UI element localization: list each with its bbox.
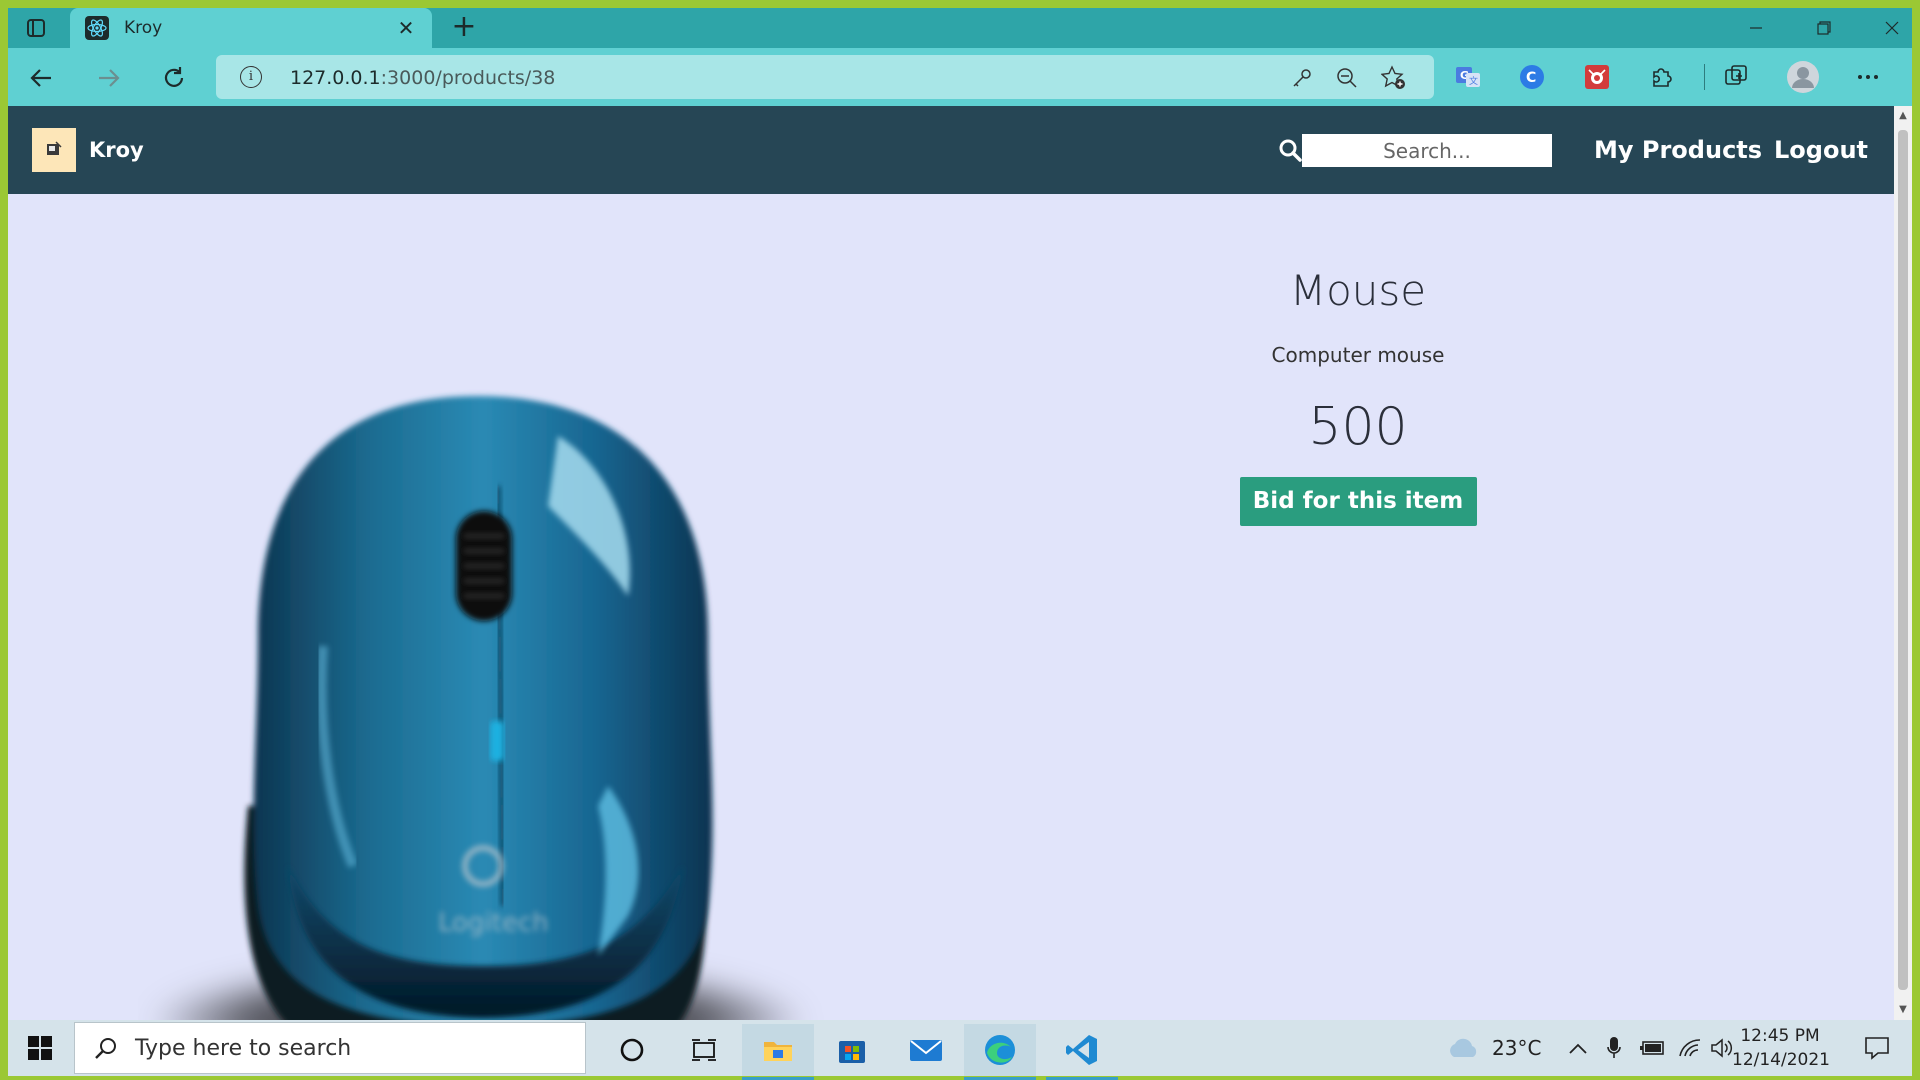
product-info: Mouse Computer mouse 500 Bid for this it… xyxy=(1108,266,1608,526)
collections-icon[interactable] xyxy=(1723,63,1751,91)
svg-text:C: C xyxy=(1526,70,1536,86)
volume-icon[interactable] xyxy=(1710,1020,1734,1076)
page-scrollbar[interactable]: ▲ ▼ xyxy=(1894,106,1912,1020)
new-tab-icon[interactable]: + xyxy=(448,12,480,44)
scrollbar-thumb[interactable] xyxy=(1898,130,1908,990)
key-icon[interactable] xyxy=(1289,65,1315,91)
weather-widget[interactable]: 23°C xyxy=(1446,1020,1541,1076)
translate-extension-icon[interactable]: G文 xyxy=(1454,63,1482,91)
edge-browser-icon[interactable] xyxy=(964,1024,1036,1080)
site-info-icon[interactable]: i xyxy=(240,66,262,88)
file-explorer-icon[interactable] xyxy=(742,1024,814,1080)
task-view-icon[interactable] xyxy=(668,1024,740,1076)
more-options-icon[interactable] xyxy=(1854,63,1882,91)
close-tab-icon[interactable]: ✕ xyxy=(394,16,418,40)
search-icon[interactable] xyxy=(1278,138,1304,164)
taskbar-search-box[interactable]: Type here to search xyxy=(74,1022,586,1074)
add-favorite-icon[interactable] xyxy=(1381,65,1407,91)
product-image-brand-text: Logitech xyxy=(438,908,549,938)
show-hidden-icons-chevron-icon[interactable] xyxy=(1568,1020,1588,1076)
tab-title: Kroy xyxy=(124,18,163,38)
clock-date: 12/14/2021 xyxy=(1732,1050,1830,1070)
bug-extension-icon[interactable] xyxy=(1583,63,1611,91)
zoom-out-icon[interactable] xyxy=(1334,65,1360,91)
taskbar-search-icon xyxy=(95,1038,116,1059)
url-text: 127.0.0.1:3000/products/38 xyxy=(290,67,556,89)
product-price: 500 xyxy=(1308,397,1408,457)
search-input[interactable] xyxy=(1302,134,1552,167)
product-image: Logitech xyxy=(138,266,898,1020)
weather-temperature: 23°C xyxy=(1492,1036,1542,1060)
microphone-icon[interactable] xyxy=(1606,1020,1622,1076)
cloud-icon xyxy=(1450,1038,1477,1057)
forward-arrow-icon[interactable] xyxy=(88,58,128,98)
taskbar-search-placeholder: Type here to search xyxy=(135,1035,352,1061)
minimize-icon[interactable] xyxy=(1722,8,1790,48)
vscode-icon[interactable] xyxy=(1046,1024,1118,1080)
cortana-icon[interactable] xyxy=(596,1024,668,1076)
product-description: Computer mouse xyxy=(1271,343,1445,367)
browser-tab[interactable]: Kroy ✕ xyxy=(70,8,432,48)
product-title: Mouse xyxy=(1289,266,1427,315)
extensions-puzzle-icon[interactable] xyxy=(1648,63,1676,91)
bid-button[interactable]: Bid for this item xyxy=(1239,477,1477,526)
toolbar-divider xyxy=(1704,64,1705,90)
nav-link-logout[interactable]: Logout xyxy=(1774,136,1868,164)
wifi-icon[interactable] xyxy=(1678,1020,1702,1076)
page-viewport: Kroy My Products Logout xyxy=(8,106,1894,1020)
browser-toolbar: i 127.0.0.1:3000/products/38 G文 C xyxy=(8,48,1912,106)
browser-tab-strip: Kroy ✕ + xyxy=(8,8,1912,48)
tab-actions-icon[interactable] xyxy=(20,14,52,42)
restore-icon[interactable] xyxy=(1790,8,1858,48)
windows-start-icon[interactable] xyxy=(8,1020,72,1076)
microsoft-store-icon[interactable] xyxy=(816,1024,888,1076)
windows-taskbar: Type here to search 23°C 12:45 PM 12/14/… xyxy=(8,1020,1912,1080)
battery-icon[interactable] xyxy=(1640,1020,1666,1076)
brand-logo xyxy=(32,128,76,172)
nav-link-my-products[interactable]: My Products xyxy=(1594,136,1762,164)
c-extension-icon[interactable]: C xyxy=(1518,63,1546,91)
reload-icon[interactable] xyxy=(154,58,194,98)
scroll-up-arrow-icon[interactable]: ▲ xyxy=(1897,110,1909,122)
address-bar[interactable]: i 127.0.0.1:3000/products/38 xyxy=(216,55,1434,99)
brand[interactable]: Kroy xyxy=(32,128,144,172)
notifications-icon[interactable] xyxy=(1864,1020,1890,1076)
close-window-icon[interactable] xyxy=(1858,8,1920,48)
mail-icon[interactable] xyxy=(890,1024,962,1076)
app-navbar: Kroy My Products Logout xyxy=(8,106,1894,194)
back-arrow-icon[interactable] xyxy=(22,58,62,98)
react-logo-icon xyxy=(84,15,110,41)
svg-text:文: 文 xyxy=(1469,75,1478,87)
brand-name: Kroy xyxy=(89,138,144,162)
system-clock[interactable]: 12:45 PM 12/14/2021 xyxy=(1732,1024,1830,1072)
profile-avatar-icon[interactable] xyxy=(1786,60,1820,94)
scroll-down-arrow-icon[interactable]: ▼ xyxy=(1897,1004,1909,1016)
clock-time: 12:45 PM xyxy=(1740,1026,1820,1046)
